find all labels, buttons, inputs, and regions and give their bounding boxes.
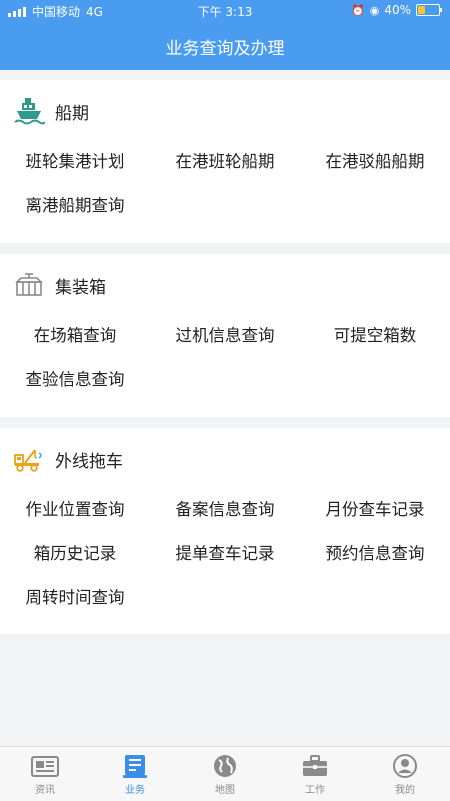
business-icon <box>123 755 147 778</box>
alarm-icon: ⏰ <box>351 3 365 17</box>
tab-label: 我的 <box>395 785 415 796</box>
section-ship-schedule: 船期 班轮集港计划 在港班轮船期 在港驳船船期 离港船期查询 <box>0 80 450 243</box>
globe-icon <box>214 755 236 777</box>
tab-business[interactable]: 业务 <box>90 747 180 801</box>
section-container: 集装箱 在场箱查询 过机信息查询 可提空箱数 查验信息查询 <box>0 254 450 417</box>
menu-item-gate-info-query[interactable]: 过机信息查询 <box>150 312 300 356</box>
battery-level-fill <box>418 6 426 14</box>
news-icon <box>31 756 59 777</box>
status-bar: 中国移动 4G 下午 3:13 ⏰ ◉ 40% <box>0 0 450 22</box>
menu-item-turnover-time-query[interactable]: 周转时间查询 <box>0 574 150 618</box>
tab-work[interactable]: 工作 <box>270 747 360 801</box>
tab-label: 业务 <box>125 785 145 796</box>
section-title: 集装箱 <box>55 277 106 298</box>
tab-map[interactable]: 地图 <box>180 747 270 801</box>
user-icon <box>393 754 417 778</box>
menu-item-filing-info-query[interactable]: 备案信息查询 <box>150 486 300 530</box>
section-title: 船期 <box>55 103 89 124</box>
menu-item-monthly-truck-record[interactable]: 月份查车记录 <box>300 486 450 530</box>
menu-item-yard-container-query[interactable]: 在场箱查询 <box>0 312 150 356</box>
menu-item-inspection-info-query[interactable]: 查验信息查询 <box>0 356 150 400</box>
bottom-tab-bar: 资讯 业务 地图 工作 我的 <box>0 746 450 801</box>
container-icon <box>12 270 46 300</box>
tab-news[interactable]: 资讯 <box>0 747 90 801</box>
orientation-lock-icon: ◉ <box>369 3 380 17</box>
menu-item-liner-collection-plan[interactable]: 班轮集港计划 <box>0 138 150 182</box>
page-title: 业务查询及办理 <box>165 39 285 59</box>
menu-item-empty-container-count[interactable]: 可提空箱数 <box>300 312 450 356</box>
menu-item-departure-schedule-query[interactable]: 离港船期查询 <box>0 182 150 226</box>
ship-icon <box>12 96 46 126</box>
section-title: 外线拖车 <box>55 451 123 472</box>
menu-item-barge-in-port-schedule[interactable]: 在港驳船船期 <box>300 138 450 182</box>
battery-percent: 40% <box>384 3 411 17</box>
menu-item-container-history[interactable]: 箱历史记录 <box>0 530 150 574</box>
tab-label: 地图 <box>215 785 235 796</box>
tab-mine[interactable]: 我的 <box>360 747 450 801</box>
app-header: 中国移动 4G 下午 3:13 ⏰ ◉ 40% 业务查询及办理 <box>0 0 450 70</box>
menu-item-work-location-query[interactable]: 作业位置查询 <box>0 486 150 530</box>
section-tow-truck: 外线拖车 作业位置查询 备案信息查询 月份查车记录 箱历史记录 提单查车记录 预… <box>0 428 450 634</box>
menu-item-appointment-info-query[interactable]: 预约信息查询 <box>300 530 450 574</box>
briefcase-icon <box>303 755 327 776</box>
menu-item-liner-in-port-schedule[interactable]: 在港班轮船期 <box>150 138 300 182</box>
menu-item-bol-truck-record[interactable]: 提单查车记录 <box>150 530 300 574</box>
tab-label: 资讯 <box>35 785 55 796</box>
battery-icon <box>416 4 442 16</box>
tow-truck-icon <box>12 444 46 474</box>
tab-label: 工作 <box>305 785 325 796</box>
